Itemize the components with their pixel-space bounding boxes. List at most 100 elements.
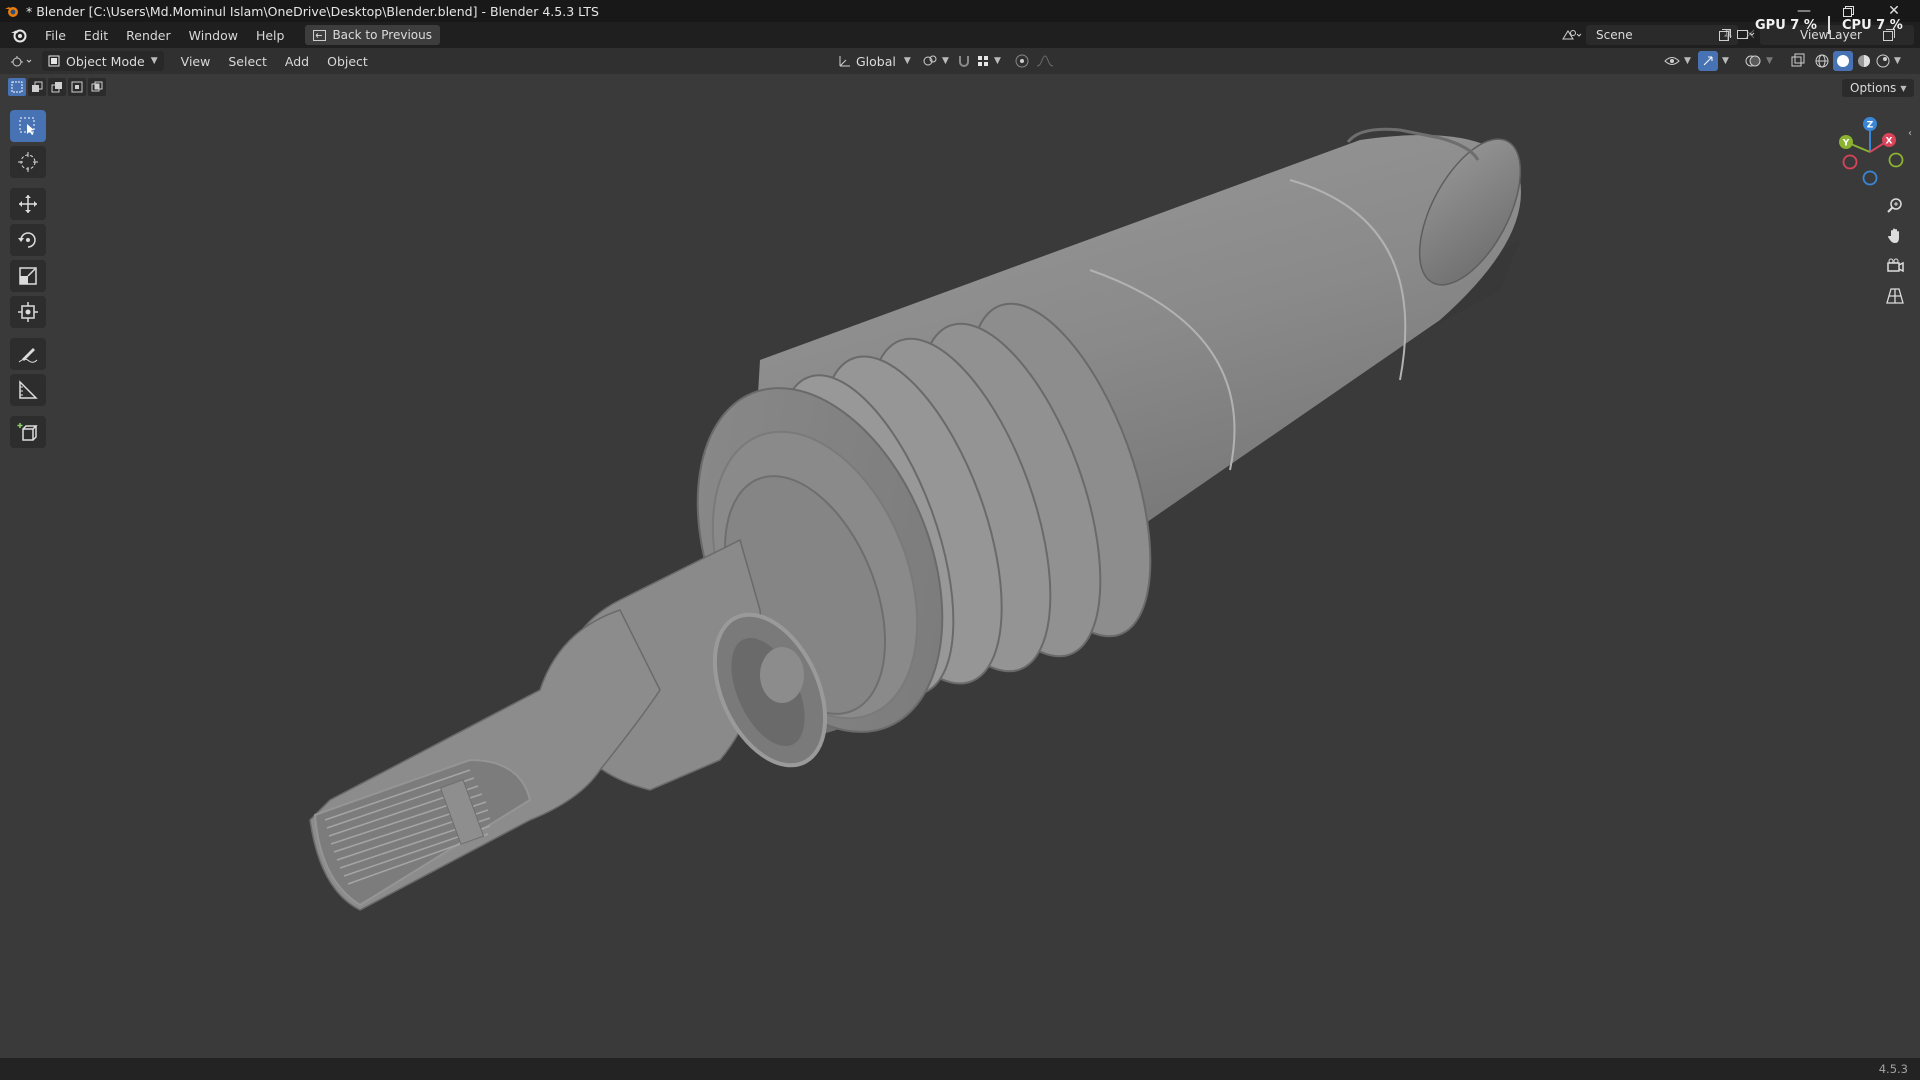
window-title: * Blender [C:\Users\Md.Mominul Islam\One…	[26, 3, 599, 19]
zoom-button[interactable]	[1880, 193, 1910, 219]
version-label: 4.5.3	[1878, 1062, 1908, 1076]
select-box-tool[interactable]	[10, 110, 46, 142]
magnet-icon	[959, 56, 969, 67]
blender-logo-icon[interactable]	[10, 26, 28, 44]
pivot-point-dropdown[interactable]: ▼	[922, 51, 949, 71]
show-gizmo-toggle[interactable]: ▼	[1698, 51, 1729, 71]
chevron-down-icon: ▼	[1766, 56, 1773, 66]
move-tool[interactable]	[10, 188, 46, 220]
scene-selector[interactable]: Scene	[1562, 25, 1738, 45]
proportional-edit-toggle[interactable]	[1014, 51, 1030, 71]
cpu-usage: CPU 7 %	[1842, 18, 1903, 33]
menu-file[interactable]: File	[36, 28, 75, 43]
menu-edit[interactable]: Edit	[75, 28, 117, 43]
add-cube-tool[interactable]	[10, 416, 46, 448]
scale-tool[interactable]	[10, 260, 46, 292]
3d-viewport[interactable]	[0, 74, 1920, 1058]
back-to-previous-button[interactable]: Back to Previous	[305, 25, 440, 45]
orientation-axes-icon	[839, 56, 850, 67]
wireframe-shading-icon[interactable]	[1814, 53, 1830, 69]
chevron-down-icon: ▼	[1722, 56, 1729, 66]
gizmo-neg-y[interactable]	[1888, 152, 1904, 168]
transform-orientation-dropdown[interactable]: Global ▼	[838, 51, 911, 71]
add-cube-icon	[17, 423, 38, 441]
shading-mode-group: ▼	[1814, 51, 1901, 71]
scale-icon	[19, 267, 37, 285]
camera-view-button[interactable]	[1880, 253, 1910, 279]
scene-icon	[1562, 30, 1582, 40]
snap-target-dropdown[interactable]: ▼	[976, 51, 1001, 71]
select-box-icon	[19, 117, 35, 135]
chevron-down-icon: ▼	[150, 56, 158, 66]
cursor-tool[interactable]	[10, 146, 46, 178]
menu-add[interactable]: Add	[276, 54, 318, 69]
gizmo-y-label: Y	[1842, 139, 1850, 149]
proportional-edit-icon	[1015, 54, 1029, 68]
back-to-previous-label: Back to Previous	[332, 28, 432, 42]
object-mode-dropdown[interactable]: Object Mode ▼	[42, 51, 164, 71]
pivot-icon	[923, 55, 937, 66]
hand-pan-icon	[1888, 228, 1899, 243]
selectability-visibility-dropdown[interactable]: ▼	[1664, 51, 1691, 71]
viewlayer-icon	[1737, 30, 1755, 39]
gizmo-neg-z[interactable]	[1862, 170, 1878, 186]
rendered-shading-icon[interactable]	[1875, 53, 1891, 69]
chevron-down-icon: ▼	[994, 56, 1001, 66]
annotate-pencil-icon	[18, 348, 38, 363]
chevron-down-icon[interactable]: ▼	[1894, 56, 1901, 66]
menu-window[interactable]: Window	[180, 28, 247, 43]
snap-toggle[interactable]	[956, 51, 972, 71]
overlays-icon	[1745, 55, 1761, 67]
gizmo-z-label: Z	[1867, 121, 1874, 131]
3d-viewport-icon	[11, 56, 32, 67]
chevron-down-icon: ▼	[903, 56, 911, 66]
transform-tool[interactable]	[10, 296, 46, 328]
proportional-falloff-dropdown[interactable]	[1036, 51, 1058, 71]
sidebar-toggle-icon[interactable]: ‹	[1908, 128, 1912, 139]
screen-back-icon	[313, 29, 327, 41]
tool-shelf	[10, 110, 48, 452]
chevron-down-icon: ▼	[1684, 56, 1691, 66]
zoom-magnifier-icon	[1887, 198, 1902, 213]
rotate-tool[interactable]	[10, 224, 46, 256]
blender-app-icon	[5, 7, 18, 17]
snap-increment-icon	[978, 56, 988, 66]
title-bar: * Blender [C:\Users\Md.Mominul Islam\One…	[0, 0, 1920, 22]
material-preview-icon[interactable]	[1856, 53, 1872, 69]
stats-divider	[1828, 16, 1830, 34]
status-bar	[0, 1058, 1920, 1080]
menu-view[interactable]: View	[172, 54, 220, 69]
move-icon	[19, 195, 37, 213]
navigation-gizmo[interactable]: Z Y X	[1830, 112, 1910, 192]
rotate-icon	[18, 232, 36, 248]
gizmo-neg-x[interactable]	[1842, 154, 1858, 170]
falloff-curve-icon	[1036, 55, 1054, 67]
gpu-usage: GPU 7 %	[1755, 18, 1817, 33]
object-mode-label: Object Mode	[66, 53, 145, 69]
xray-icon	[1791, 53, 1805, 67]
scene-name: Scene	[1596, 28, 1633, 42]
grid-perspective-icon	[1886, 288, 1904, 304]
editor-type-selector[interactable]	[8, 51, 38, 71]
toggle-xray-button[interactable]	[1790, 51, 1806, 71]
eye-cursor-icon	[1664, 57, 1680, 65]
perspective-toggle-button[interactable]	[1880, 283, 1910, 309]
gizmo-x-label: X	[1886, 137, 1893, 147]
chevron-down-icon: ▼	[942, 56, 949, 66]
show-overlays-toggle[interactable]: ▼	[1744, 51, 1773, 71]
object-mode-icon	[48, 55, 60, 67]
transform-icon	[18, 302, 38, 322]
solid-shading-icon[interactable]	[1833, 51, 1853, 71]
pan-button[interactable]	[1880, 223, 1910, 249]
transform-orientation-label: Global	[856, 53, 896, 69]
cursor-icon	[18, 152, 38, 172]
measure-ruler-icon	[19, 380, 38, 399]
new-scene-icon[interactable]	[1718, 28, 1732, 42]
menu-help[interactable]: Help	[247, 28, 294, 43]
menu-render[interactable]: Render	[117, 28, 180, 43]
menu-select[interactable]: Select	[219, 54, 276, 69]
menu-object[interactable]: Object	[318, 54, 377, 69]
measure-tool[interactable]	[10, 374, 46, 406]
annotate-tool[interactable]	[10, 338, 46, 370]
gizmo-icon	[1698, 51, 1718, 71]
